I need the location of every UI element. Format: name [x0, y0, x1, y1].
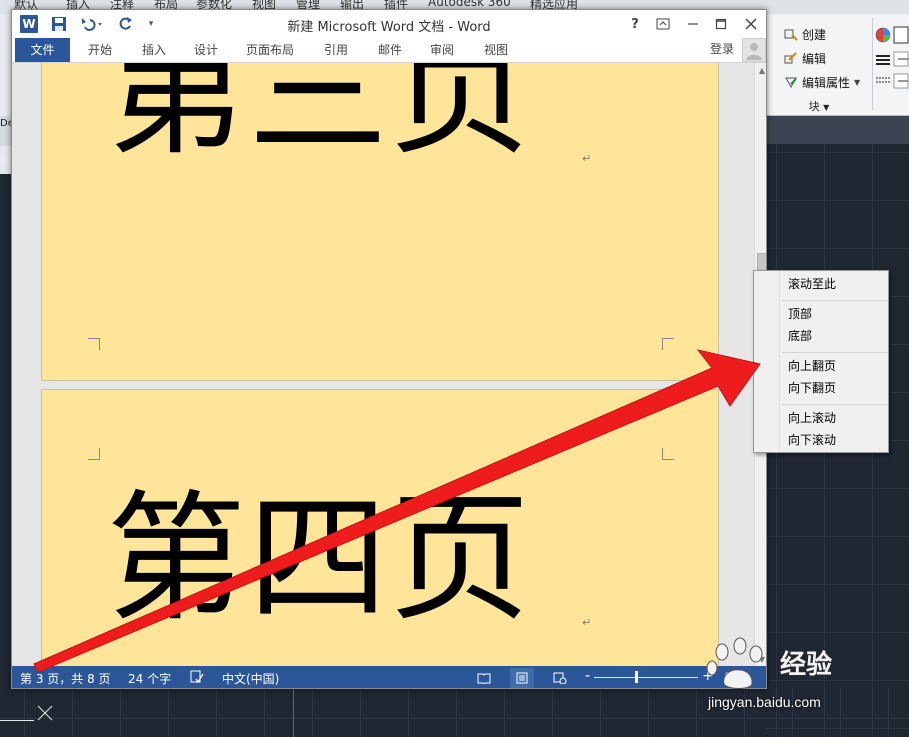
- ribbon-tabs: 文件 开始 插入 设计 页面布局 引用 邮件 审阅 视图: [12, 38, 766, 63]
- cad-ucs-x-axis: [0, 720, 34, 721]
- menu-item-top[interactable]: 顶部: [782, 304, 886, 324]
- cad-crosshair-icon: [37, 705, 53, 721]
- menu-separator: [782, 352, 888, 353]
- minimize-button[interactable]: [682, 13, 704, 35]
- crop-mark-bottom-right: [662, 338, 674, 350]
- tab-design[interactable]: 设计: [184, 38, 228, 62]
- panel-expand-icon: ▼: [823, 103, 830, 112]
- cad-panel-divider: [872, 18, 873, 110]
- document-area[interactable]: 第三页 ↵ 第四页 ↵: [12, 63, 754, 666]
- language[interactable]: 中文(中国): [222, 670, 279, 687]
- cad-edit-block[interactable]: 编辑: [784, 48, 826, 68]
- menu-item-scroll-up[interactable]: 向上滚动: [782, 408, 886, 428]
- dropdown-arrow-icon: ▼: [854, 77, 861, 87]
- word-logo-icon[interactable]: W: [20, 15, 38, 33]
- tab-view[interactable]: 视图: [474, 38, 518, 62]
- cad-properties-panel: [874, 14, 909, 98]
- undo-button[interactable]: [78, 14, 106, 34]
- read-mode-icon[interactable]: [472, 668, 496, 688]
- menu-item-scroll-here[interactable]: 滚动至此: [782, 274, 886, 294]
- sign-in-link[interactable]: 登录: [710, 38, 734, 60]
- proofing-icon[interactable]: [190, 670, 204, 687]
- tab-file[interactable]: 文件: [15, 38, 70, 62]
- cad-panel-title-label: 块: [808, 100, 820, 113]
- crop-mark-top-left: [88, 448, 100, 460]
- cad-left-fragment-2: 消: [0, 158, 10, 169]
- cad-drawing-tabbar: [766, 116, 909, 144]
- status-bar: 第 3 页，共 8 页 24 个字 中文(中国) - + 60%: [12, 666, 766, 688]
- create-block-icon: [784, 27, 798, 41]
- page-4-text: 第四页: [106, 478, 533, 641]
- menu-item-scroll-down[interactable]: 向下滚动: [782, 430, 886, 450]
- cad-y-axis-line: [293, 688, 294, 737]
- tab-page-layout[interactable]: 页面布局: [238, 38, 302, 62]
- menu-item-page-down[interactable]: 向下翻页: [782, 378, 886, 398]
- edit-attributes-icon: [784, 75, 798, 89]
- word-window: W ▾ 新建 Microsoft Word 文档 - Word ? 文件 开始 …: [11, 9, 767, 689]
- cad-create-label: 创建: [802, 27, 827, 42]
- paw-logo-icon: [706, 637, 763, 689]
- crop-mark-bottom-left: [88, 338, 100, 350]
- zoom-out-icon[interactable]: -: [585, 668, 590, 684]
- tab-review[interactable]: 审阅: [420, 38, 464, 62]
- paragraph-mark: ↵: [582, 616, 592, 629]
- paragraph-mark: ↵: [582, 152, 592, 165]
- page-3: 第三页 ↵: [41, 63, 719, 381]
- cad-create-block[interactable]: 创建: [784, 24, 826, 44]
- close-button[interactable]: [740, 13, 762, 35]
- ribbon-display-button[interactable]: [652, 13, 674, 35]
- redo-icon[interactable]: [116, 14, 136, 34]
- watermark-brand: 经验: [780, 650, 833, 680]
- menu-item-page-up[interactable]: 向上翻页: [782, 356, 886, 376]
- scrollbar-context-menu: 滚动至此 顶部 底部 向上翻页 向下翻页 向上滚动 向下滚动: [753, 270, 889, 453]
- menu-separator: [782, 404, 888, 405]
- print-layout-icon[interactable]: [510, 668, 534, 688]
- crop-mark-top-right: [662, 448, 674, 460]
- tab-insert[interactable]: 插入: [132, 38, 176, 62]
- scroll-up-arrow-icon[interactable]: ▲: [755, 63, 766, 77]
- help-button[interactable]: ?: [624, 13, 646, 35]
- tab-mailings[interactable]: 邮件: [368, 38, 412, 62]
- page-count[interactable]: 第 3 页，共 8 页: [20, 670, 111, 687]
- maximize-button[interactable]: [710, 13, 732, 35]
- cad-panel-title[interactable]: 块 ▼: [766, 98, 872, 114]
- avatar[interactable]: [742, 38, 766, 62]
- cad-edit-attr-label: 编辑属性: [802, 75, 851, 90]
- cad-edit-attributes[interactable]: 编辑属性 ▼: [784, 72, 860, 92]
- page-3-text: 第三页: [106, 63, 533, 175]
- watermark-url: jingyan.baidu.com: [708, 694, 821, 710]
- save-icon[interactable]: [50, 14, 68, 34]
- baidu-jingyan-watermark: 经验 jingyan.baidu.com: [700, 636, 909, 718]
- page-4: 第四页 ↵: [41, 389, 719, 666]
- word-count[interactable]: 24 个字: [128, 670, 171, 687]
- zoom-slider-thumb[interactable]: [635, 671, 638, 683]
- tab-home[interactable]: 开始: [78, 38, 122, 62]
- menu-gutter: [754, 271, 780, 452]
- menu-separator: [782, 300, 888, 301]
- word-titlebar[interactable]: W ▾ 新建 Microsoft Word 文档 - Word ?: [12, 10, 766, 38]
- menu-item-bottom[interactable]: 底部: [782, 326, 886, 346]
- cad-edit-label: 编辑: [802, 51, 827, 66]
- customize-qat-icon[interactable]: ▾: [144, 14, 158, 34]
- cad-block-panel: 创建 编辑 编辑属性 ▼ 块 ▼: [766, 14, 909, 116]
- web-layout-icon[interactable]: [548, 668, 572, 688]
- edit-block-icon: [784, 51, 798, 65]
- cad-tab-autodesk360[interactable]: Autodesk 360: [428, 0, 511, 9]
- tab-references[interactable]: 引用: [314, 38, 358, 62]
- zoom-slider[interactable]: [594, 677, 698, 678]
